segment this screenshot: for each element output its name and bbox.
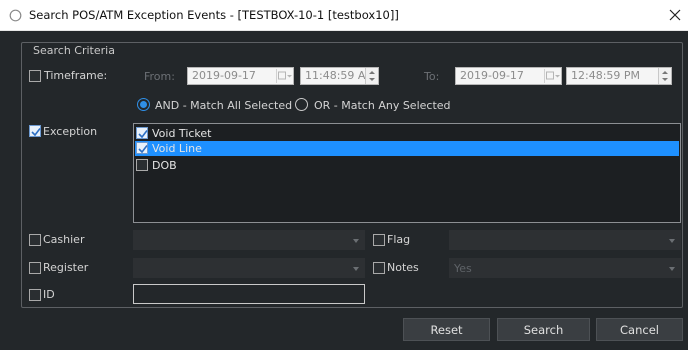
list-item-dob[interactable]: DOB — [135, 158, 679, 173]
to-date-value: 2019-09-17 — [460, 69, 524, 82]
spinner-icon[interactable] — [658, 68, 671, 84]
timeframe-checkbox[interactable] — [29, 70, 41, 82]
chevron-down-icon — [353, 267, 359, 271]
flag-select[interactable] — [449, 230, 681, 250]
id-checkbox[interactable] — [29, 289, 41, 301]
notes-select[interactable]: Yes — [449, 258, 681, 278]
match-or-label[interactable]: OR - Match Any Selected — [314, 99, 451, 112]
register-label: Register — [43, 261, 89, 274]
chevron-down-icon — [669, 239, 675, 243]
void-line-checkbox[interactable] — [136, 142, 148, 154]
chevron-down-icon — [669, 267, 675, 271]
flag-checkbox[interactable] — [373, 234, 385, 246]
notes-value: Yes — [454, 262, 472, 275]
void-ticket-label: Void Ticket — [152, 127, 212, 140]
cashier-label: Cashier — [43, 233, 85, 246]
from-time-picker[interactable]: 11:48:59 AM — [300, 67, 379, 85]
list-item-void-line[interactable]: Void Line — [135, 141, 679, 156]
window-title: Search POS/ATM Exception Events - [TESTB… — [29, 8, 399, 22]
search-icon — [9, 9, 22, 22]
dob-label: DOB — [152, 159, 177, 172]
cashier-select[interactable] — [133, 230, 365, 250]
to-time-value: 12:48:59 PM — [571, 69, 641, 82]
calendar-dropdown-icon[interactable] — [276, 69, 292, 83]
flag-label: Flag — [387, 233, 411, 246]
exception-list[interactable]: Void Ticket Void Line DOB — [133, 123, 681, 223]
exception-checkbox[interactable] — [29, 125, 41, 137]
dob-checkbox[interactable] — [136, 159, 148, 171]
id-input[interactable] — [133, 284, 365, 304]
from-label: From: — [144, 70, 175, 83]
id-label: ID — [43, 288, 55, 301]
to-date-picker[interactable]: 2019-09-17 — [455, 67, 562, 85]
close-button[interactable] — [666, 6, 684, 24]
to-time-picker[interactable]: 12:48:59 PM — [566, 67, 672, 85]
notes-checkbox[interactable] — [373, 262, 385, 274]
chevron-down-icon — [353, 239, 359, 243]
void-line-label: Void Line — [152, 142, 202, 155]
exception-label: Exception — [43, 125, 98, 138]
match-or-radio[interactable] — [295, 98, 308, 111]
to-label: To: — [424, 70, 440, 83]
register-checkbox[interactable] — [29, 262, 41, 274]
from-date-picker[interactable]: 2019-09-17 — [187, 67, 294, 85]
search-button[interactable]: Search — [497, 318, 590, 341]
cancel-button[interactable]: Cancel — [596, 318, 683, 341]
reset-button[interactable]: Reset — [403, 318, 490, 341]
close-icon — [669, 9, 681, 21]
notes-label: Notes — [387, 261, 419, 274]
spinner-icon[interactable] — [365, 68, 378, 84]
register-select[interactable] — [133, 258, 365, 278]
search-criteria-legend: Search Criteria — [29, 44, 119, 57]
timeframe-label: Timeframe: — [44, 69, 108, 82]
match-and-radio[interactable] — [137, 98, 150, 111]
list-item-void-ticket[interactable]: Void Ticket — [135, 126, 679, 141]
cashier-checkbox[interactable] — [29, 234, 41, 246]
match-and-label[interactable]: AND - Match All Selected — [155, 99, 292, 112]
title-bar: Search POS/ATM Exception Events - [TESTB… — [0, 0, 688, 31]
calendar-dropdown-icon[interactable] — [544, 69, 560, 83]
from-date-value: 2019-09-17 — [192, 69, 256, 82]
void-ticket-checkbox[interactable] — [136, 127, 148, 139]
